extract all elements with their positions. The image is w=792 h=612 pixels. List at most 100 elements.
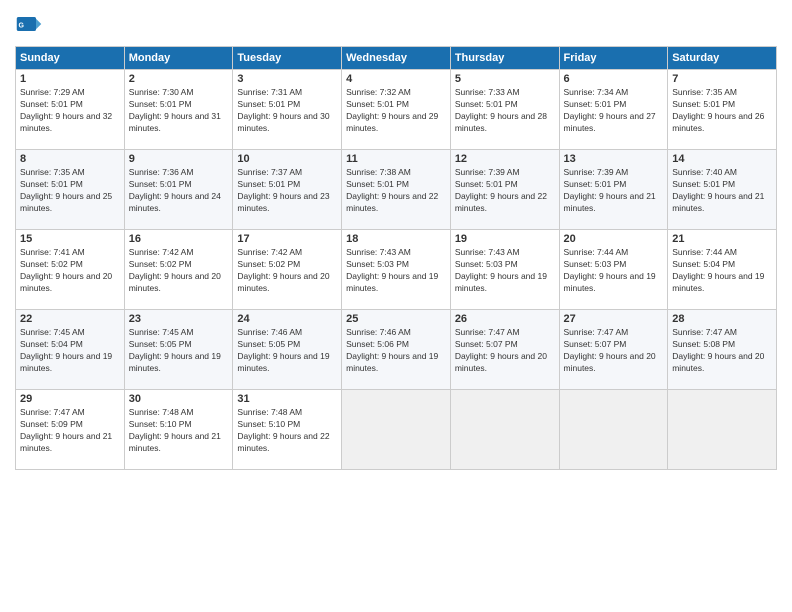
logo: G [15, 10, 47, 38]
day-number: 29 [20, 393, 120, 405]
day-number: 31 [237, 393, 337, 405]
calendar-week-row: 8 Sunrise: 7:35 AMSunset: 5:01 PMDaylight… [16, 150, 777, 230]
cell-info: Sunrise: 7:47 AMSunset: 5:09 PMDaylight:… [20, 407, 120, 455]
calendar-cell: 29 Sunrise: 7:47 AMSunset: 5:09 PMDayligh… [16, 390, 125, 470]
day-number: 14 [672, 153, 772, 165]
calendar-cell: 14 Sunrise: 7:40 AMSunset: 5:01 PMDayligh… [668, 150, 777, 230]
calendar-cell [450, 390, 559, 470]
weekday-header: Sunday [16, 47, 125, 70]
cell-info: Sunrise: 7:44 AMSunset: 5:03 PMDaylight:… [564, 247, 664, 295]
day-number: 20 [564, 233, 664, 245]
cell-info: Sunrise: 7:29 AMSunset: 5:01 PMDaylight:… [20, 87, 120, 135]
day-number: 30 [129, 393, 229, 405]
calendar-cell: 22 Sunrise: 7:45 AMSunset: 5:04 PMDayligh… [16, 310, 125, 390]
day-number: 19 [455, 233, 555, 245]
calendar-week-row: 1 Sunrise: 7:29 AMSunset: 5:01 PMDaylight… [16, 70, 777, 150]
cell-info: Sunrise: 7:37 AMSunset: 5:01 PMDaylight:… [237, 167, 337, 215]
calendar-cell: 19 Sunrise: 7:43 AMSunset: 5:03 PMDayligh… [450, 230, 559, 310]
calendar-cell: 21 Sunrise: 7:44 AMSunset: 5:04 PMDayligh… [668, 230, 777, 310]
logo-icon: G [15, 10, 43, 38]
calendar-cell: 10 Sunrise: 7:37 AMSunset: 5:01 PMDayligh… [233, 150, 342, 230]
day-number: 22 [20, 313, 120, 325]
weekday-header: Friday [559, 47, 668, 70]
cell-info: Sunrise: 7:47 AMSunset: 5:08 PMDaylight:… [672, 327, 772, 375]
calendar-cell: 24 Sunrise: 7:46 AMSunset: 5:05 PMDayligh… [233, 310, 342, 390]
cell-info: Sunrise: 7:43 AMSunset: 5:03 PMDaylight:… [455, 247, 555, 295]
calendar-cell: 7 Sunrise: 7:35 AMSunset: 5:01 PMDaylight… [668, 70, 777, 150]
calendar-cell: 26 Sunrise: 7:47 AMSunset: 5:07 PMDayligh… [450, 310, 559, 390]
day-number: 9 [129, 153, 229, 165]
header-row: SundayMondayTuesdayWednesdayThursdayFrid… [16, 47, 777, 70]
weekday-header: Tuesday [233, 47, 342, 70]
day-number: 12 [455, 153, 555, 165]
svg-text:G: G [19, 23, 25, 30]
calendar-cell: 27Sunrise: 7:47 AMSunset: 5:07 PMDayligh… [559, 310, 668, 390]
day-number: 4 [346, 73, 446, 85]
day-number: 16 [129, 233, 229, 245]
calendar-cell: 13 Sunrise: 7:39 AMSunset: 5:01 PMDayligh… [559, 150, 668, 230]
day-number: 5 [455, 73, 555, 85]
cell-info: Sunrise: 7:46 AMSunset: 5:05 PMDaylight:… [237, 327, 337, 375]
cell-info: Sunrise: 7:43 AMSunset: 5:03 PMDaylight:… [346, 247, 446, 295]
cell-info: Sunrise: 7:42 AMSunset: 5:02 PMDaylight:… [237, 247, 337, 295]
day-number: 25 [346, 313, 446, 325]
weekday-header: Wednesday [342, 47, 451, 70]
day-number: 7 [672, 73, 772, 85]
day-number: 26 [455, 313, 555, 325]
day-number: 23 [129, 313, 229, 325]
cell-info: Sunrise: 7:38 AMSunset: 5:01 PMDaylight:… [346, 167, 446, 215]
calendar-cell: 16Sunrise: 7:42 AMSunset: 5:02 PMDayligh… [124, 230, 233, 310]
day-number: 2 [129, 73, 229, 85]
calendar-cell: 30 Sunrise: 7:48 AMSunset: 5:10 PMDayligh… [124, 390, 233, 470]
cell-info: Sunrise: 7:40 AMSunset: 5:01 PMDaylight:… [672, 167, 772, 215]
weekday-header: Monday [124, 47, 233, 70]
calendar-cell: 25 Sunrise: 7:46 AMSunset: 5:06 PMDayligh… [342, 310, 451, 390]
calendar-cell: 23 Sunrise: 7:45 AMSunset: 5:05 PMDayligh… [124, 310, 233, 390]
day-number: 28 [672, 313, 772, 325]
calendar-week-row: 22 Sunrise: 7:45 AMSunset: 5:04 PMDayligh… [16, 310, 777, 390]
day-number: 24 [237, 313, 337, 325]
cell-info: Sunrise: 7:35 AMSunset: 5:01 PMDaylight:… [20, 167, 120, 215]
day-number: 13 [564, 153, 664, 165]
cell-info: Sunrise: 7:32 AMSunset: 5:01 PMDaylight:… [346, 87, 446, 135]
cell-info: Sunrise: 7:45 AMSunset: 5:05 PMDaylight:… [129, 327, 229, 375]
header: G [15, 10, 777, 38]
cell-info: Sunrise: 7:47 AMSunset: 5:07 PMDaylight:… [455, 327, 555, 375]
cell-info: Sunrise: 7:39 AMSunset: 5:01 PMDaylight:… [455, 167, 555, 215]
calendar-header: SundayMondayTuesdayWednesdayThursdayFrid… [16, 47, 777, 70]
cell-info: Sunrise: 7:30 AMSunset: 5:01 PMDaylight:… [129, 87, 229, 135]
day-number: 17 [237, 233, 337, 245]
day-number: 21 [672, 233, 772, 245]
weekday-header: Saturday [668, 47, 777, 70]
calendar-body: 1 Sunrise: 7:29 AMSunset: 5:01 PMDaylight… [16, 70, 777, 470]
day-number: 3 [237, 73, 337, 85]
cell-info: Sunrise: 7:48 AMSunset: 5:10 PMDaylight:… [129, 407, 229, 455]
cell-info: Sunrise: 7:33 AMSunset: 5:01 PMDaylight:… [455, 87, 555, 135]
cell-info: Sunrise: 7:41 AMSunset: 5:02 PMDaylight:… [20, 247, 120, 295]
cell-info: Sunrise: 7:46 AMSunset: 5:06 PMDaylight:… [346, 327, 446, 375]
calendar-cell: 3Sunrise: 7:31 AMSunset: 5:01 PMDaylight… [233, 70, 342, 150]
calendar-cell [342, 390, 451, 470]
calendar-cell: 15 Sunrise: 7:41 AMSunset: 5:02 PMDayligh… [16, 230, 125, 310]
day-number: 8 [20, 153, 120, 165]
calendar-cell: 31 Sunrise: 7:48 AMSunset: 5:10 PMDayligh… [233, 390, 342, 470]
calendar-table: SundayMondayTuesdayWednesdayThursdayFrid… [15, 46, 777, 470]
cell-info: Sunrise: 7:36 AMSunset: 5:01 PMDaylight:… [129, 167, 229, 215]
cell-info: Sunrise: 7:39 AMSunset: 5:01 PMDaylight:… [564, 167, 664, 215]
calendar-cell: 9 Sunrise: 7:36 AMSunset: 5:01 PMDaylight… [124, 150, 233, 230]
calendar-week-row: 29 Sunrise: 7:47 AMSunset: 5:09 PMDayligh… [16, 390, 777, 470]
weekday-header: Thursday [450, 47, 559, 70]
cell-info: Sunrise: 7:45 AMSunset: 5:04 PMDaylight:… [20, 327, 120, 375]
cell-info: Sunrise: 7:44 AMSunset: 5:04 PMDaylight:… [672, 247, 772, 295]
day-number: 15 [20, 233, 120, 245]
cell-info: Sunrise: 7:35 AMSunset: 5:01 PMDaylight:… [672, 87, 772, 135]
day-number: 11 [346, 153, 446, 165]
cell-info: Sunrise: 7:48 AMSunset: 5:10 PMDaylight:… [237, 407, 337, 455]
calendar-cell: 8 Sunrise: 7:35 AMSunset: 5:01 PMDaylight… [16, 150, 125, 230]
day-number: 1 [20, 73, 120, 85]
day-number: 10 [237, 153, 337, 165]
calendar-cell [668, 390, 777, 470]
page-container: G SundayMondayTuesdayWednesdayThursdayFr… [0, 0, 792, 612]
calendar-cell: 1 Sunrise: 7:29 AMSunset: 5:01 PMDaylight… [16, 70, 125, 150]
calendar-cell: 5 Sunrise: 7:33 AMSunset: 5:01 PMDaylight… [450, 70, 559, 150]
